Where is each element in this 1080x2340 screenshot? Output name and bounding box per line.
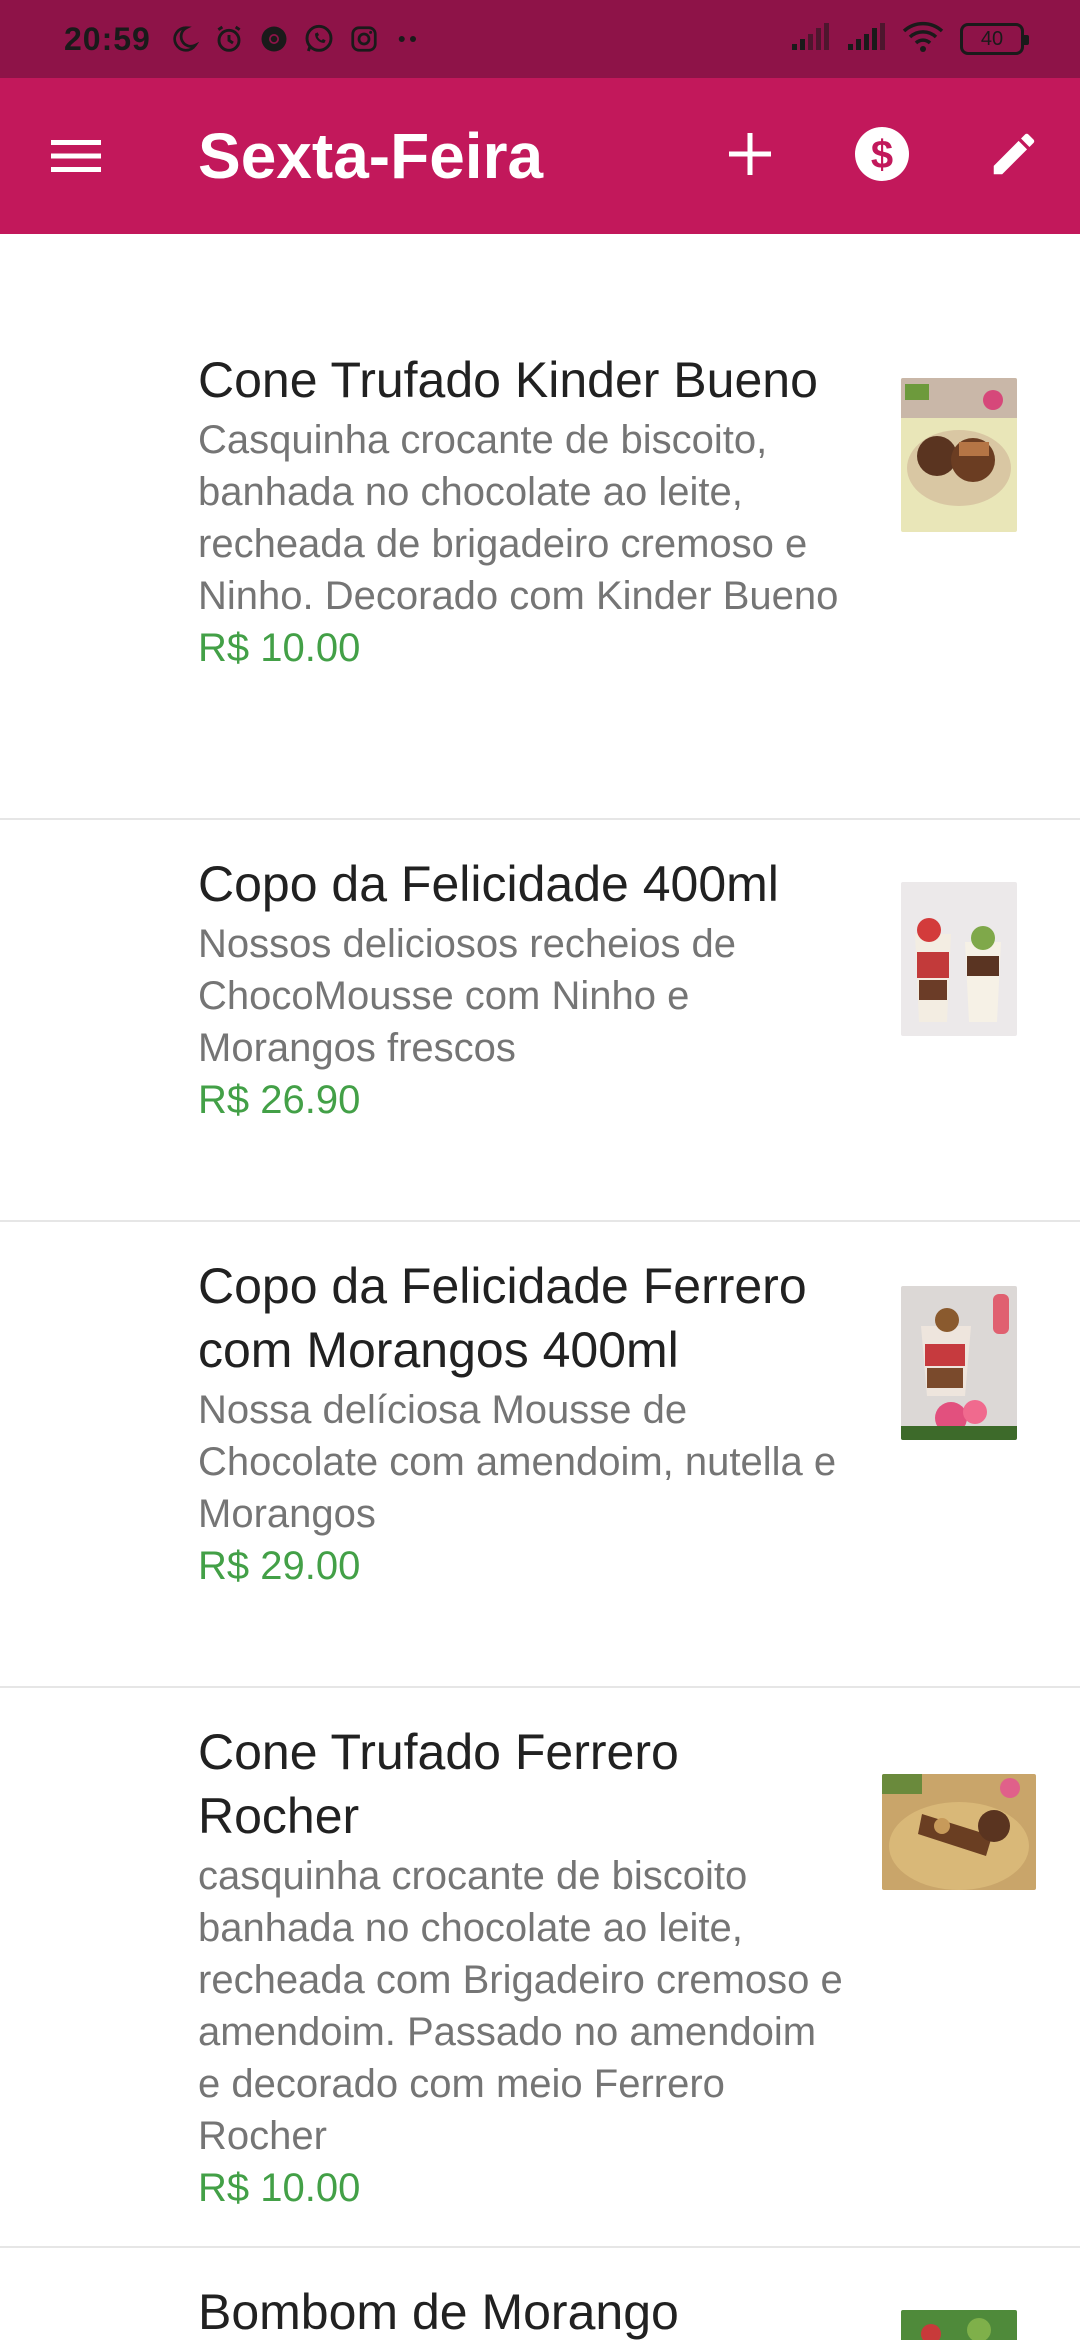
product-image [901, 2310, 1017, 2340]
list-item[interactable]: Cone Trufado Ferrero Rocher casquinha cr… [0, 1688, 1080, 2248]
menu-button[interactable] [40, 122, 112, 194]
product-price: R$ 26.90 [198, 1078, 361, 1122]
product-price: R$ 10.00 [198, 2166, 361, 2210]
product-description: Nossa delíciosa Mousse de Chocolate com … [198, 1388, 837, 1536]
product-name: Copo da Felicidade 400ml [198, 856, 779, 912]
add-button[interactable] [714, 120, 786, 192]
status-time: 20:59 [64, 20, 151, 57]
svg-text:$: $ [871, 133, 893, 177]
wifi-icon [902, 21, 944, 58]
pencil-icon [987, 127, 1041, 186]
product-name: Copo da Felicidade Ferrero com Morangos … [198, 1258, 807, 1378]
alarm-icon [213, 23, 245, 55]
more-dots-icon [393, 24, 423, 54]
chrome-icon [259, 24, 289, 54]
moon-icon [169, 24, 199, 54]
instagram-icon [349, 24, 379, 54]
product-image [901, 882, 1017, 1036]
list-item[interactable]: Copo da Felicidade 400ml Nossos delicios… [0, 820, 1080, 1222]
page-title: Sexta-Feira [198, 120, 544, 192]
product-description: casquinha crocante de biscoito banhada n… [198, 1854, 843, 2158]
status-system-icons: 40 [790, 0, 1029, 78]
dollar-circle-icon: $ [853, 125, 911, 188]
signal-icon [790, 22, 830, 57]
plus-icon [727, 131, 773, 182]
battery-icon: 40 [960, 23, 1029, 55]
status-bar: 20:59 40 [0, 0, 1080, 78]
product-name: Cone Trufado Kinder Bueno [198, 352, 818, 408]
list-item[interactable]: Cone Trufado Kinder Bueno Casquinha croc… [0, 334, 1080, 820]
app-bar: Sexta-Feira $ [0, 78, 1080, 234]
product-price: R$ 29.00 [198, 1544, 361, 1588]
whatsapp-icon [303, 23, 335, 55]
list-item[interactable]: Bombom de Morango [0, 2248, 1080, 2340]
list-item[interactable]: Copo da Felicidade Ferrero com Morangos … [0, 1222, 1080, 1688]
product-name: Bombom de Morango [198, 2284, 679, 2340]
product-image [901, 1286, 1017, 1440]
product-description: Nossos deliciosos recheios de ChocoMouss… [198, 922, 737, 1070]
menu-icon [49, 136, 103, 181]
signal-icon [846, 22, 886, 57]
product-price: R$ 10.00 [198, 626, 361, 670]
product-image [901, 378, 1017, 532]
price-button[interactable]: $ [846, 120, 918, 192]
edit-button[interactable] [978, 120, 1050, 192]
product-image [882, 1774, 1036, 1890]
status-notification-icons [169, 23, 423, 55]
product-name: Cone Trufado Ferrero Rocher [198, 1724, 679, 1844]
product-description: Casquinha crocante de biscoito, banhada … [198, 418, 839, 618]
